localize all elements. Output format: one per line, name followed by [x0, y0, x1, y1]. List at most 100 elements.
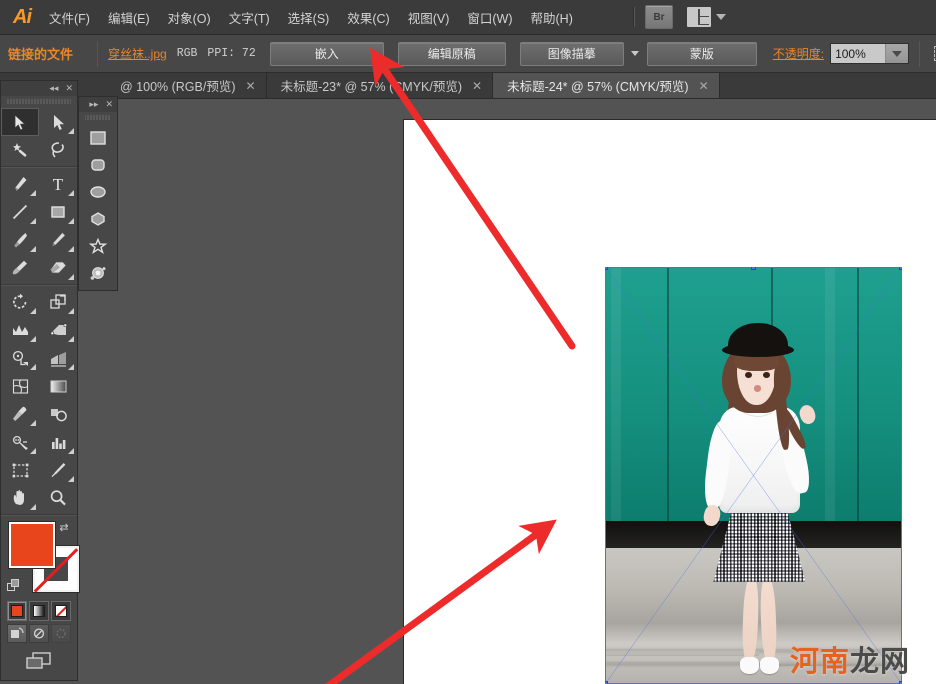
free-transform-tool[interactable] [39, 316, 77, 344]
magic-wand-tool[interactable] [1, 136, 39, 164]
mesh-tool[interactable] [1, 372, 39, 400]
shape-builder-tool[interactable] [1, 344, 39, 372]
ellipse-tool[interactable] [79, 178, 117, 205]
star-tool[interactable] [79, 232, 117, 259]
close-icon[interactable]: ✕ [472, 79, 482, 93]
flyout-tool-list [79, 124, 117, 286]
arrange-documents-icon [687, 7, 711, 27]
tools-panel-header[interactable]: ◂◂ ✕ [1, 81, 77, 96]
photo-figure [605, 267, 902, 684]
hand-tool[interactable] [1, 484, 39, 512]
fill-swatch[interactable] [9, 522, 55, 568]
image-trace-split-button[interactable]: 图像描摹 [520, 42, 643, 66]
pencil-tool[interactable] [39, 226, 77, 254]
menu-effect[interactable]: 效果(C) [338, 0, 398, 35]
collapse-icon[interactable]: ◂◂ [49, 83, 58, 94]
color-swatch-button[interactable] [7, 601, 27, 621]
tab-label: 未标题-23* @ 57% (CMYK/预览) [281, 76, 462, 95]
pen-tool[interactable] [1, 170, 39, 198]
opacity-label[interactable]: 不透明度: [773, 45, 824, 62]
menu-type[interactable]: 文字(T) [220, 0, 279, 35]
chevron-down-icon [716, 14, 726, 20]
app-logo: Ai [0, 0, 40, 35]
gradient-tool[interactable] [39, 372, 77, 400]
embed-button[interactable]: 嵌入 [270, 42, 384, 66]
opacity-input[interactable] [831, 44, 885, 63]
edit-original-button[interactable]: 编辑原稿 [398, 42, 506, 66]
draw-inside-button[interactable] [51, 624, 71, 643]
menu-edit[interactable]: 编辑(E) [99, 0, 159, 35]
flare-tool[interactable] [79, 259, 117, 286]
width-tool[interactable] [1, 316, 39, 344]
menu-object[interactable]: 对象(O) [159, 0, 220, 35]
close-icon[interactable]: ✕ [105, 99, 113, 110]
flyout-panel-grip[interactable] [85, 113, 111, 122]
tab-doc-3[interactable]: 未标题-24* @ 57% (CMYK/预览) ✕ [493, 73, 720, 98]
mask-button[interactable]: 蒙版 [647, 42, 757, 66]
placed-image-object[interactable] [605, 267, 902, 684]
watermark-text-gray: 龙网 [850, 644, 910, 678]
chevron-down-icon [631, 51, 639, 56]
blob-brush-tool[interactable] [1, 254, 39, 282]
chevron-down-icon [892, 51, 902, 57]
direct-selection-tool[interactable] [39, 108, 77, 136]
menu-view[interactable]: 视图(V) [399, 0, 459, 35]
swap-fill-stroke-icon[interactable]: ⇄ [57, 520, 71, 534]
opacity-dropdown-button[interactable] [885, 44, 908, 63]
blend-tool[interactable] [39, 400, 77, 428]
arrange-documents-button[interactable] [687, 7, 726, 27]
draw-mode-buttons [7, 624, 71, 643]
linked-file-name[interactable]: 穿丝袜..jpg [108, 45, 167, 62]
none-swatch-button[interactable] [51, 601, 71, 621]
zoom-tool[interactable] [39, 484, 77, 512]
symbol-sprayer-tool[interactable] [1, 428, 39, 456]
polygon-tool[interactable] [79, 205, 117, 232]
control-divider [97, 41, 98, 67]
tools-panel-grip[interactable] [7, 97, 71, 106]
menu-file[interactable]: 文件(F) [40, 0, 99, 35]
color-mode-buttons [7, 601, 71, 621]
fill-stroke-controls: ⇄ [7, 520, 71, 598]
rounded-rectangle-tool[interactable] [79, 151, 117, 178]
menu-window[interactable]: 窗口(W) [458, 0, 521, 35]
type-tool[interactable]: T [39, 170, 77, 198]
menu-help[interactable]: 帮助(H) [522, 0, 582, 35]
eyedropper-tool[interactable] [1, 400, 39, 428]
paintbrush-tool[interactable] [1, 226, 39, 254]
default-fill-stroke-icon[interactable] [7, 579, 20, 592]
image-trace-button[interactable]: 图像描摹 [520, 42, 624, 66]
control-divider-2 [919, 41, 920, 67]
tool-grid-3 [1, 288, 77, 512]
rotate-tool[interactable] [1, 288, 39, 316]
change-screen-mode-button[interactable] [1, 646, 77, 676]
tool-divider-3 [1, 514, 77, 516]
lasso-tool[interactable] [39, 136, 77, 164]
bridge-button[interactable]: Br [645, 5, 673, 29]
artboard-tool[interactable] [1, 456, 39, 484]
scale-tool[interactable] [39, 288, 77, 316]
expand-icon[interactable]: ▸▸ [89, 99, 98, 110]
link-status-label: 链接的文件 [8, 44, 73, 63]
gradient-swatch-button[interactable] [29, 601, 49, 621]
tab-doc-2[interactable]: 未标题-23* @ 57% (CMYK/预览) ✕ [267, 73, 494, 98]
draw-behind-button[interactable] [29, 624, 49, 643]
line-segment-tool[interactable] [1, 198, 39, 226]
eraser-tool[interactable] [39, 254, 77, 282]
menu-select[interactable]: 选择(S) [279, 0, 339, 35]
selection-tool[interactable] [1, 108, 39, 136]
ppi-label: PPI: 72 [207, 47, 255, 60]
rectangle-tool[interactable] [39, 198, 77, 226]
perspective-grid-tool[interactable] [39, 344, 77, 372]
tools-panel: ◂◂ ✕ [0, 80, 78, 681]
image-trace-dropdown-button[interactable] [627, 43, 643, 65]
close-icon[interactable]: ✕ [699, 79, 709, 93]
close-icon[interactable]: ✕ [246, 79, 256, 93]
slice-tool[interactable] [39, 456, 77, 484]
shape-tools-flyout-panel: ▸▸ ✕ [78, 96, 118, 291]
opacity-combo[interactable] [830, 43, 909, 64]
rectangle-tool[interactable] [79, 124, 117, 151]
column-graph-tool[interactable] [39, 428, 77, 456]
close-icon[interactable]: ✕ [65, 83, 73, 94]
draw-normal-button[interactable] [7, 624, 27, 643]
flyout-panel-header[interactable]: ▸▸ ✕ [79, 97, 117, 112]
